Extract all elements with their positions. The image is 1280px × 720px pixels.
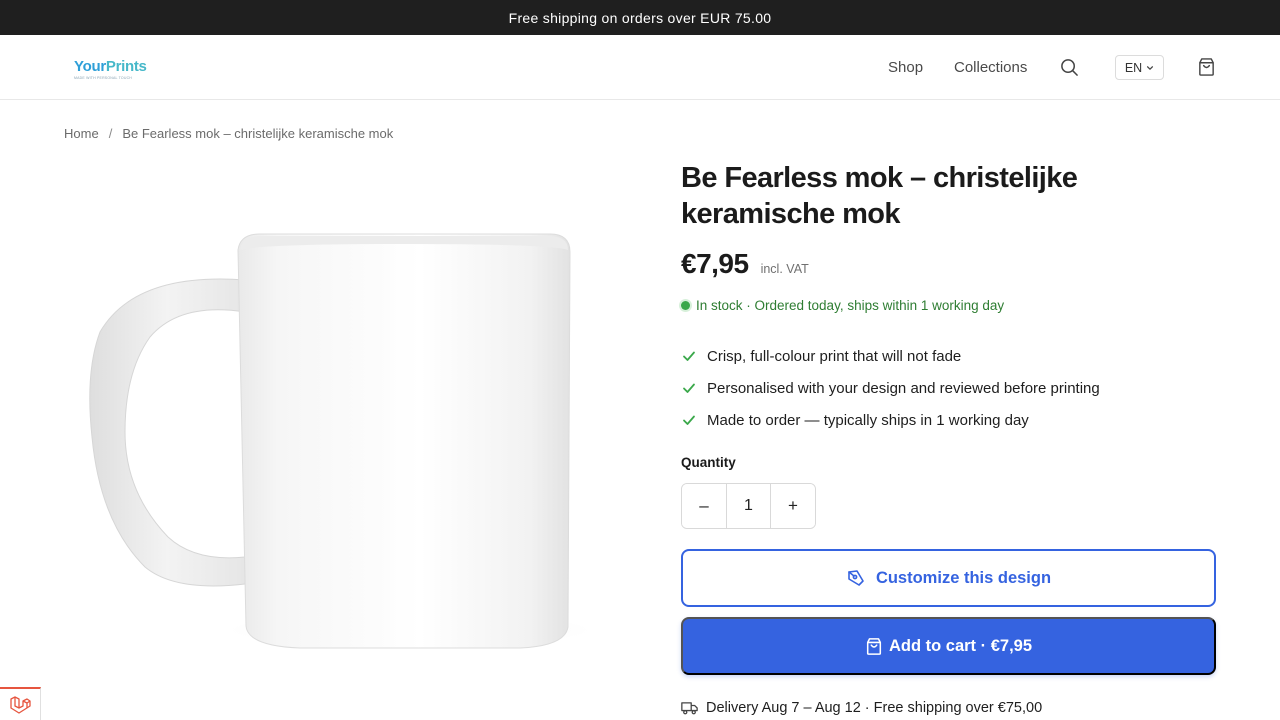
check-icon (681, 412, 697, 428)
logo-part-prints: Prints (105, 58, 147, 75)
quantity-stepper: – + (681, 483, 816, 529)
vat-note: incl. VAT (760, 262, 809, 276)
customize-design-button[interactable]: Customize this design (681, 549, 1216, 607)
cart-button[interactable] (1195, 56, 1217, 78)
announcement-bar: Free shipping on orders over EUR 75.00 (0, 0, 1280, 35)
price-row: €7,95 incl. VAT (681, 248, 809, 280)
check-icon (681, 348, 697, 364)
pen-tool-icon (848, 570, 864, 586)
search-button[interactable] (1058, 55, 1080, 79)
increase-quantity-button[interactable]: + (771, 484, 815, 528)
nav-link-shop[interactable]: Shop (888, 35, 923, 99)
shopping-bag-icon (1198, 58, 1214, 76)
stock-text: In stock · Ordered today, ships within 1… (696, 298, 1005, 313)
nav-link-collections[interactable]: Collections (954, 35, 1027, 99)
breadcrumb-current: Be Fearless mok – christelijke keramisch… (122, 126, 394, 141)
shopping-bag-icon (866, 637, 882, 655)
chevron-down-icon (1147, 65, 1154, 70)
decrease-quantity-button[interactable]: – (682, 484, 726, 528)
product-price: €7,95 (681, 248, 749, 279)
quantity-input[interactable] (726, 484, 771, 528)
truck-icon (681, 702, 698, 715)
delivery-text: Delivery Aug 7 – Aug 12 · Free shipping … (706, 700, 1043, 716)
logo-part-your: Your (74, 58, 106, 75)
add-to-cart-label: Add to cart · €7,95 (888, 636, 1033, 655)
site-header: YourPrints MADE WITH PERSONAL TOUCH Shop… (0, 35, 1280, 100)
delivery-info: Delivery Aug 7 – Aug 12 · Free shipping … (681, 700, 1042, 716)
language-label: EN (1124, 60, 1143, 75)
brand-logo[interactable]: YourPrints MADE WITH PERSONAL TOUCH (74, 58, 147, 80)
feature-text: Made to order — typically ships in 1 wor… (707, 411, 1029, 429)
quantity-label: Quantity (681, 455, 736, 470)
stock-status: In stock · Ordered today, ships within 1… (681, 298, 1004, 313)
breadcrumb-separator: / (108, 126, 113, 141)
product-title: Be Fearless mok – christelijke keramisch… (681, 162, 1078, 230)
breadcrumb-home[interactable]: Home (64, 126, 99, 141)
logo-wordmark: YourPrints (74, 58, 147, 75)
product-image[interactable] (80, 222, 600, 662)
feature-item: Crisp, full-colour print that will not f… (681, 340, 1100, 372)
feature-item: Personalised with your design and review… (681, 372, 1100, 404)
announcement-text: Free shipping on orders over EUR 75.00 (508, 9, 772, 26)
check-icon (681, 380, 697, 396)
language-selector[interactable]: EN (1115, 55, 1164, 80)
customize-label: Customize this design (875, 568, 1052, 587)
feature-text: Personalised with your design and review… (707, 379, 1100, 397)
feature-list: Crisp, full-colour print that will not f… (681, 340, 1100, 436)
feature-item: Made to order — typically ships in 1 wor… (681, 404, 1100, 436)
feature-text: Crisp, full-colour print that will not f… (707, 347, 962, 365)
search-icon (1060, 58, 1078, 76)
add-to-cart-button[interactable]: Add to cart · €7,95 (681, 617, 1216, 675)
logo-tagline: MADE WITH PERSONAL TOUCH (74, 76, 133, 80)
debug-badge[interactable] (0, 687, 41, 720)
breadcrumb: Home / Be Fearless mok – christelijke ke… (64, 126, 393, 141)
mug-image (89, 233, 600, 649)
stock-indicator-icon (681, 301, 690, 310)
laravel-icon (10, 695, 31, 714)
